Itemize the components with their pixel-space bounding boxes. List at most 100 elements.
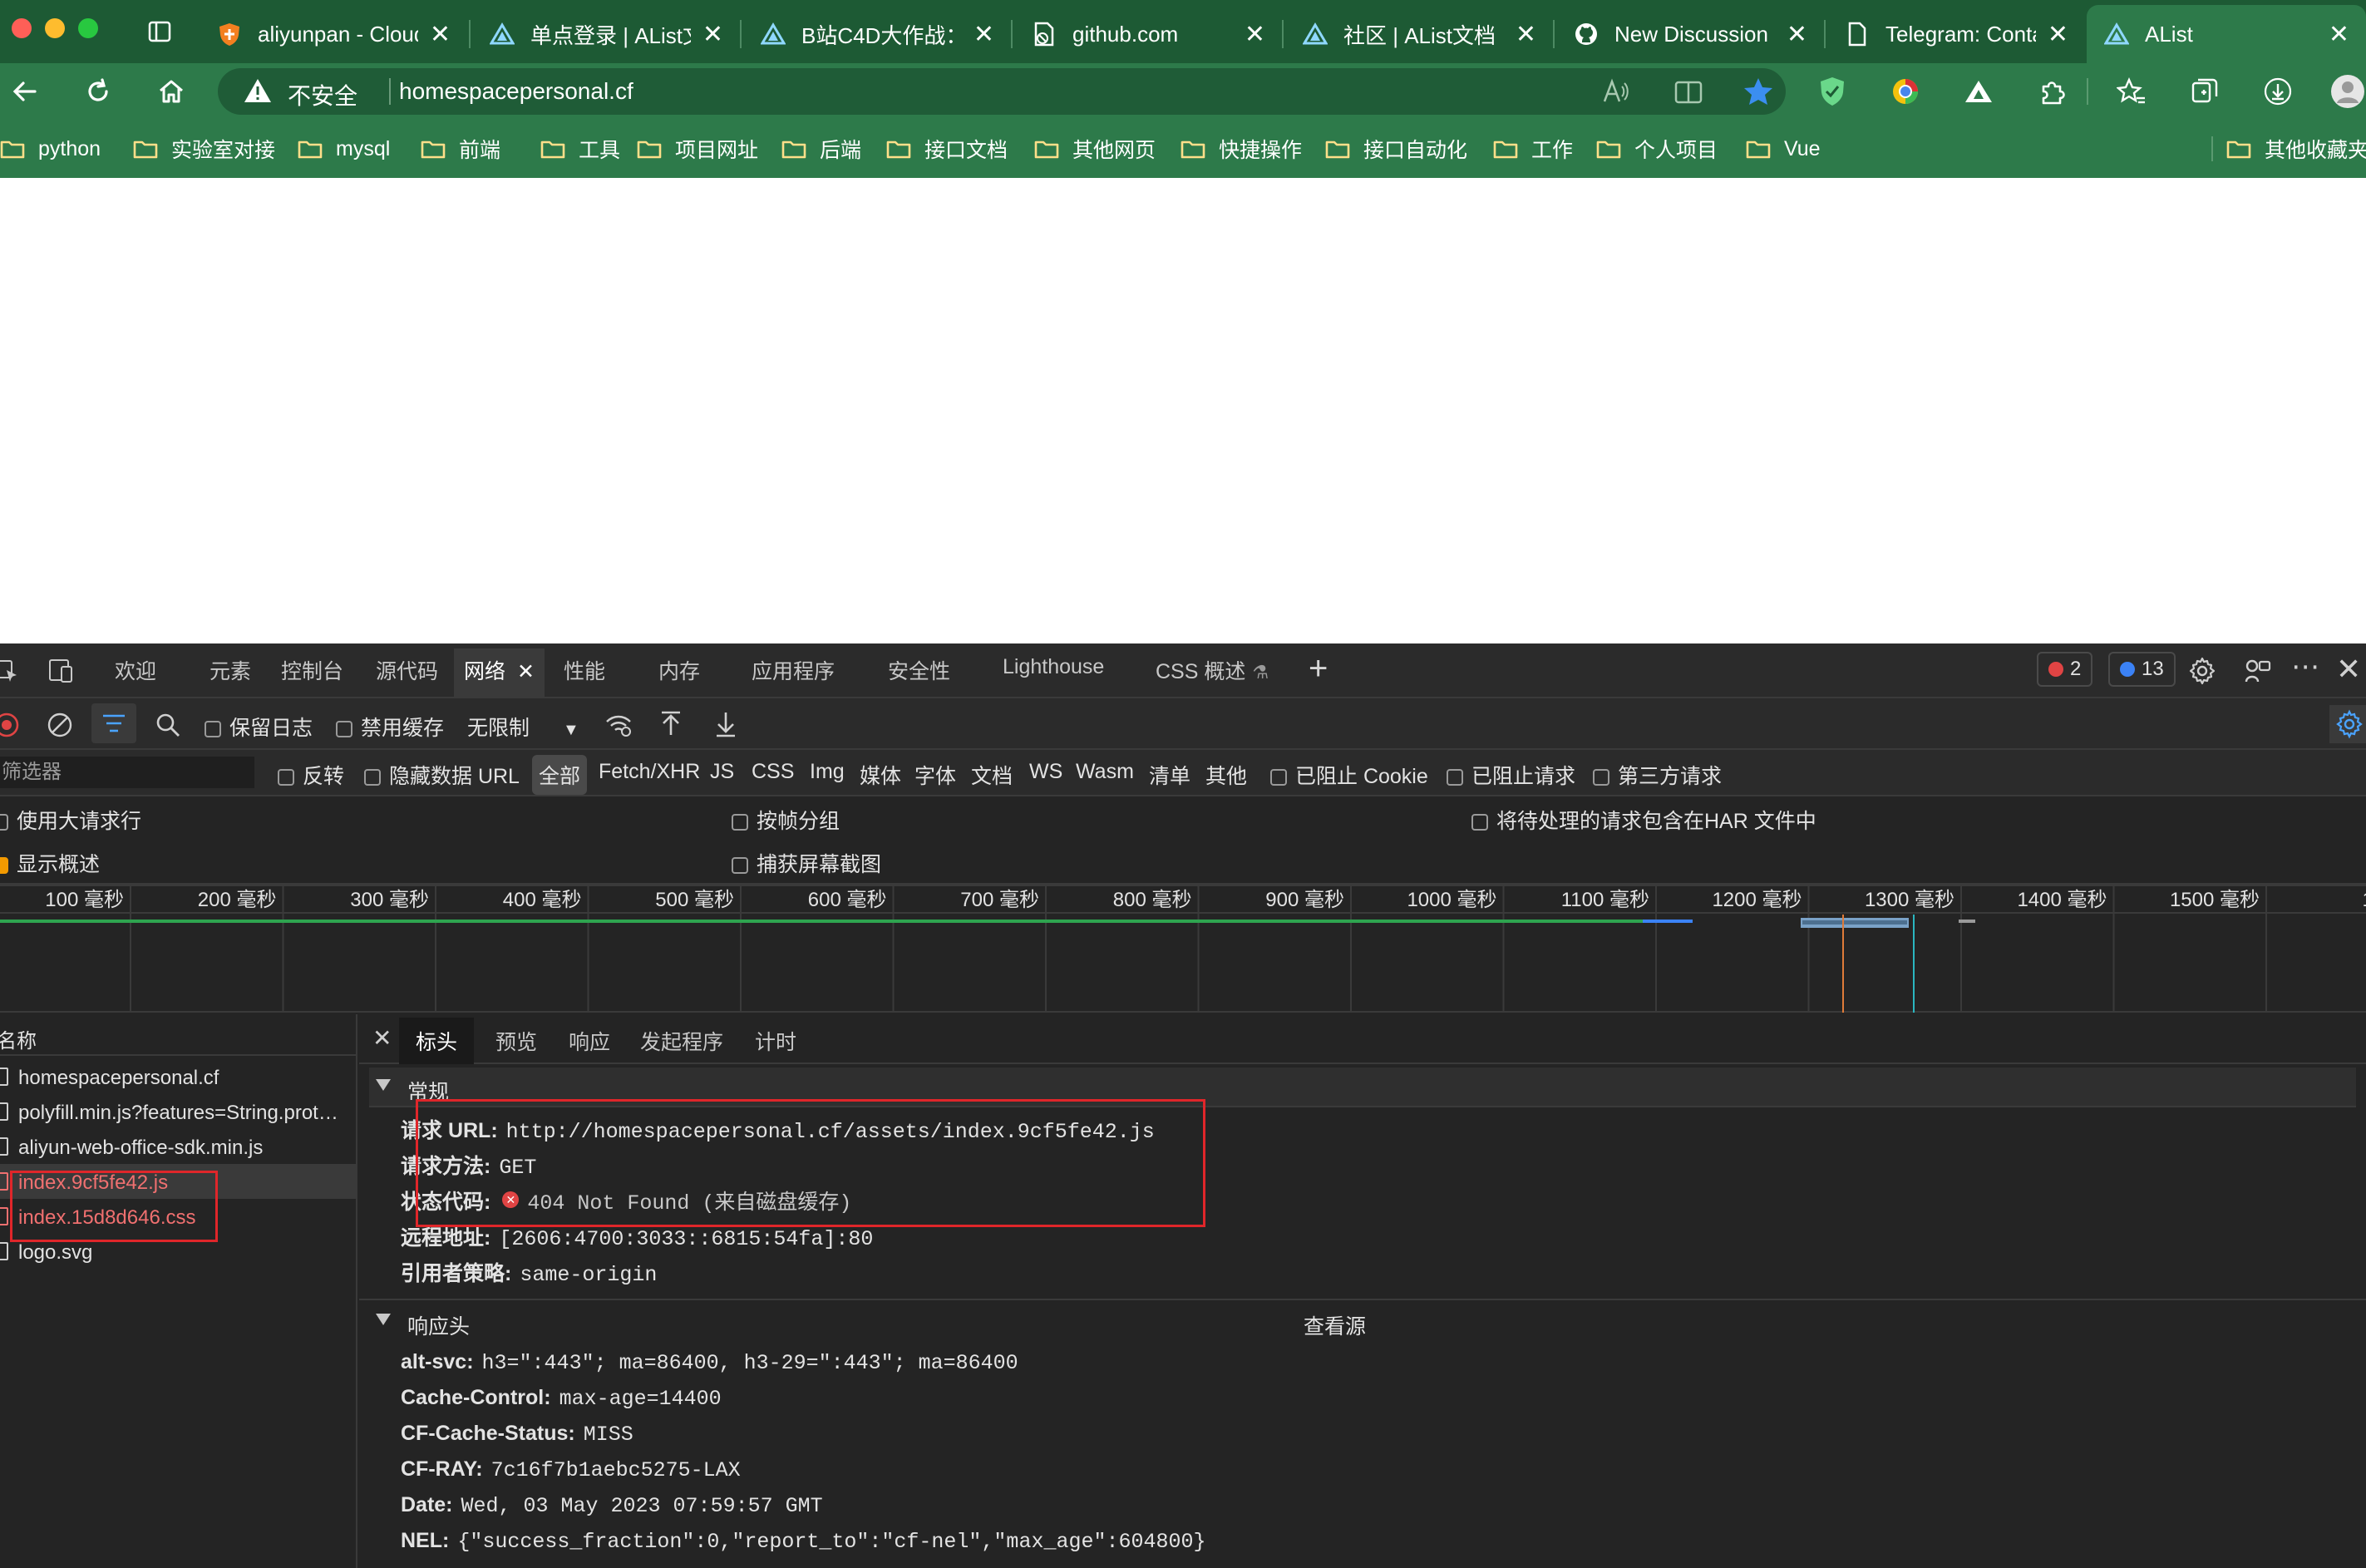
clear-icon[interactable] [47,712,73,744]
feedback-icon[interactable] [2243,657,2271,691]
bookmark-item[interactable]: 实验室对接 [133,135,275,163]
devtools-tab[interactable]: 应用程序 [752,655,835,685]
split-screen-icon[interactable] [1674,80,1703,109]
bookmark-item[interactable]: 后端 [781,135,861,163]
checkbox-box[interactable] [732,857,748,874]
close-tab-icon[interactable]: ✕ [2329,20,2349,49]
close-window-button[interactable] [12,18,32,38]
network-conditions-icon[interactable] [604,710,633,744]
type-filter-button[interactable]: Img [810,760,845,784]
maximize-window-button[interactable] [78,18,98,38]
show-overview-checkbox[interactable]: 显示概述 [0,848,100,878]
third-party-checkbox[interactable]: 第三方请求 [1593,760,1722,790]
type-filter-button[interactable]: Wasm [1076,760,1134,784]
checkbox-box[interactable] [0,814,8,831]
back-button[interactable] [5,71,45,111]
other-bookmarks[interactable]: 其他收藏夹 [2226,135,2366,163]
type-filter-button[interactable]: 清单 [1149,760,1190,790]
request-row[interactable]: polyfill.min.js?features=String.prot… [0,1094,357,1129]
request-list-header[interactable]: 名称 [0,1014,357,1056]
request-row[interactable]: aliyun-web-office-sdk.min.js [0,1129,357,1164]
adblock-shield-icon[interactable] [1812,71,1852,111]
alist-extension-icon[interactable] [1959,71,1999,111]
devtools-tab[interactable]: 元素 [209,655,251,685]
checkbox-box[interactable] [1447,769,1463,786]
devtools-tab[interactable]: 安全性 [888,655,950,685]
browser-tab[interactable]: B站C4D大作战： ✕ [743,5,1011,63]
header-row[interactable]: 引用者策略: same-origin [401,1257,657,1287]
preserve-log-checkbox[interactable]: 保留日志 [205,712,313,742]
checkbox-box[interactable] [732,814,748,831]
collections-icon[interactable] [2185,71,2225,111]
header-row[interactable]: CF-RAY: 7c16f7b1aebc5275-LAX [401,1457,741,1482]
devtools-tab[interactable]: 网络 ✕ [454,648,545,697]
more-tabs-plus-icon[interactable]: + [1309,650,1328,688]
extensions-puzzle-icon[interactable] [2032,71,2072,111]
bookmark-item[interactable]: 接口自动化 [1325,135,1467,163]
group-by-frame-checkbox[interactable]: 按帧分组 [732,805,840,835]
close-tab-icon[interactable]: ✕ [702,20,723,49]
close-tab-icon[interactable]: ✕ [517,660,535,683]
bookmark-item[interactable]: 个人项目 [1596,135,1718,163]
blocked-cookies-checkbox[interactable]: 已阻止 Cookie [1270,760,1428,790]
view-source-link[interactable]: 查看源 [1304,1310,1366,1340]
checkbox-box[interactable] [278,769,294,786]
type-filter-button[interactable]: 全部 [532,755,588,795]
devtools-tab[interactable]: CSS 概述 ⚗ [1156,655,1269,685]
invert-checkbox[interactable]: 反转 [278,760,344,790]
filter-input[interactable] [0,757,254,788]
bookmark-item[interactable]: 快捷操作 [1181,135,1302,163]
reload-button[interactable] [78,71,118,111]
checkbox-box[interactable] [0,857,8,874]
extension-colorful-icon[interactable] [1885,71,1925,111]
network-settings-gear-icon[interactable] [2329,705,2366,743]
url-text[interactable]: homespacepersonal.cf [399,78,633,105]
read-aloud-icon[interactable] [1601,78,1629,109]
type-filter-button[interactable]: 字体 [914,760,956,790]
export-har-icon[interactable] [713,710,738,744]
close-tab-icon[interactable]: ✕ [1516,20,1536,49]
devtools-tab[interactable]: Lighthouse [1003,655,1104,679]
checkbox-box[interactable] [1593,769,1609,786]
big-request-rows-checkbox[interactable]: 使用大请求行 [0,805,141,835]
filter-toggle-icon[interactable] [91,703,136,743]
info-count-badge[interactable]: 13 [2108,652,2176,687]
close-tab-icon[interactable]: ✕ [430,20,451,49]
browser-tab[interactable]: aliyunpan - Cloudflare ✕ [200,5,467,63]
browser-tab[interactable]: Telegram: Contact ✕ [1827,5,2085,63]
more-options-icon[interactable]: ⋯ [2291,650,2319,683]
detail-tab[interactable]: 预览 [495,1026,537,1056]
browser-tab[interactable]: 社区 | AList文档 ✕ [1285,5,1553,63]
home-button[interactable] [151,71,191,111]
not-secure-label[interactable]: 不安全 [288,78,357,111]
type-filter-button[interactable]: WS [1029,760,1062,784]
type-filter-button[interactable]: 文档 [971,760,1013,790]
detail-tab[interactable]: 标头 [399,1018,475,1064]
type-filter-button[interactable]: 其他 [1205,760,1247,790]
detail-tab[interactable]: 响应 [569,1026,610,1056]
settings-gear-icon[interactable] [2188,657,2216,691]
bookmark-item[interactable]: 工作 [1493,135,1573,163]
page-viewport[interactable] [0,178,2366,643]
search-icon[interactable] [155,712,181,744]
type-filter-button[interactable]: CSS [752,760,794,784]
devtools-tab[interactable]: 源代码 [376,655,438,685]
bookmark-item[interactable]: mysql [298,135,390,163]
bookmark-item[interactable]: 其他网页 [1034,135,1156,163]
warning-icon[interactable] [243,76,273,109]
detail-tab[interactable]: 发起程序 [640,1026,723,1056]
record-stop-icon[interactable] [0,712,20,744]
hide-data-urls-checkbox[interactable]: 隐藏数据 URL [364,760,520,790]
collapse-triangle-icon[interactable] [376,1079,391,1091]
checkbox-box[interactable] [1270,769,1287,786]
type-filter-button[interactable]: Fetch/XHR [599,760,700,784]
network-overview-timeline[interactable]: 100 毫秒 200 毫秒 300 毫秒 400 毫秒 500 毫秒 600 毫秒 700 … [0,885,2366,1013]
bookmark-item[interactable]: 项目网址 [637,135,758,163]
type-filter-button[interactable]: JS [710,760,734,784]
checkbox-box[interactable] [205,721,221,737]
timeline-graph[interactable]: 100 毫秒 200 毫秒 300 毫秒 400 毫秒 500 毫秒 600 毫秒 700 … [0,885,2366,1013]
devtools-tab[interactable]: 控制台 [281,655,343,685]
checkbox-box[interactable] [364,769,381,786]
tab-actions-icon[interactable] [140,12,180,52]
devtools-tab[interactable]: 内存 [658,655,700,685]
